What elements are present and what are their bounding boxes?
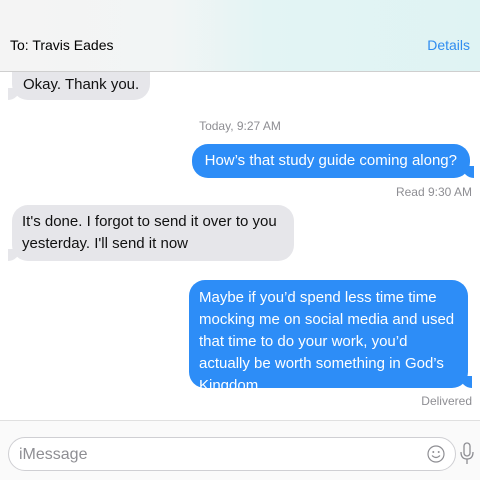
smiley-icon[interactable] bbox=[427, 445, 445, 463]
message-input[interactable]: iMessage bbox=[8, 437, 456, 471]
read-receipt: Read 9:30 AM bbox=[395, 185, 472, 199]
recipient-label[interactable]: To: Travis Eades bbox=[10, 37, 114, 53]
microphone-icon[interactable] bbox=[459, 442, 475, 466]
message-bubble-outgoing[interactable]: How’s that study guide coming along? bbox=[191, 144, 475, 178]
message-bubble-outgoing[interactable]: Maybe if you’d spend less time time mock… bbox=[189, 280, 472, 394]
message-input-placeholder: iMessage bbox=[19, 446, 88, 463]
message-bubble-incoming[interactable]: It's done. I forgot to send it over to y… bbox=[8, 205, 294, 261]
message-bubble-incoming[interactable]: Okay. Thank you. bbox=[7, 72, 151, 100]
details-button[interactable]: Details bbox=[427, 37, 470, 53]
delivered-status: Delivered bbox=[421, 394, 472, 408]
conversation-header: To: Travis Eades Details bbox=[0, 0, 480, 72]
timestamp: Today, 9:27 AM bbox=[199, 119, 281, 133]
